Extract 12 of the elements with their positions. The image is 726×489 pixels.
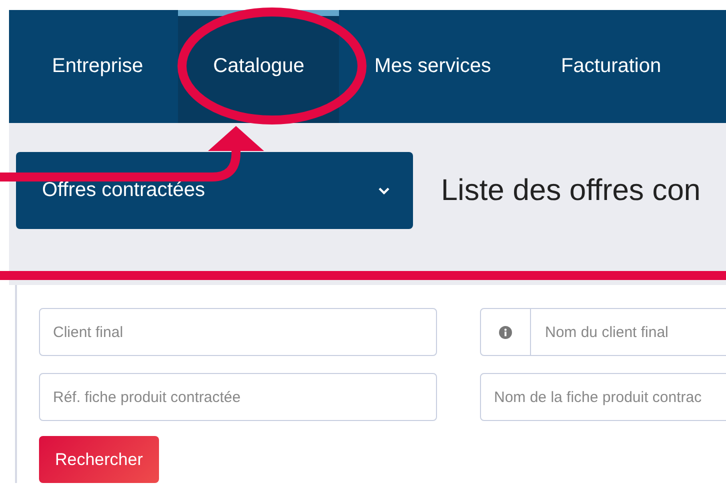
input-group[interactable]: Nom du client final bbox=[480, 308, 726, 356]
section-dropdown[interactable]: Offres contractées bbox=[16, 152, 413, 229]
nav-tab[interactable]: Mes services bbox=[339, 10, 526, 123]
search-button[interactable]: Rechercher bbox=[39, 436, 159, 483]
input-field[interactable]: Client final bbox=[39, 308, 437, 356]
page-heading: Liste des offres con bbox=[441, 173, 701, 209]
input-field[interactable]: Nom du client final bbox=[531, 309, 726, 355]
input-field[interactable]: Réf. fiche produit contractée bbox=[39, 373, 437, 421]
chevron-down-icon bbox=[378, 186, 390, 194]
input-field[interactable]: Nom de la fiche produit contrac bbox=[480, 373, 726, 421]
nav-tab[interactable]: Facturation bbox=[526, 10, 696, 123]
nav-tab[interactable]: Entreprise bbox=[17, 10, 178, 123]
